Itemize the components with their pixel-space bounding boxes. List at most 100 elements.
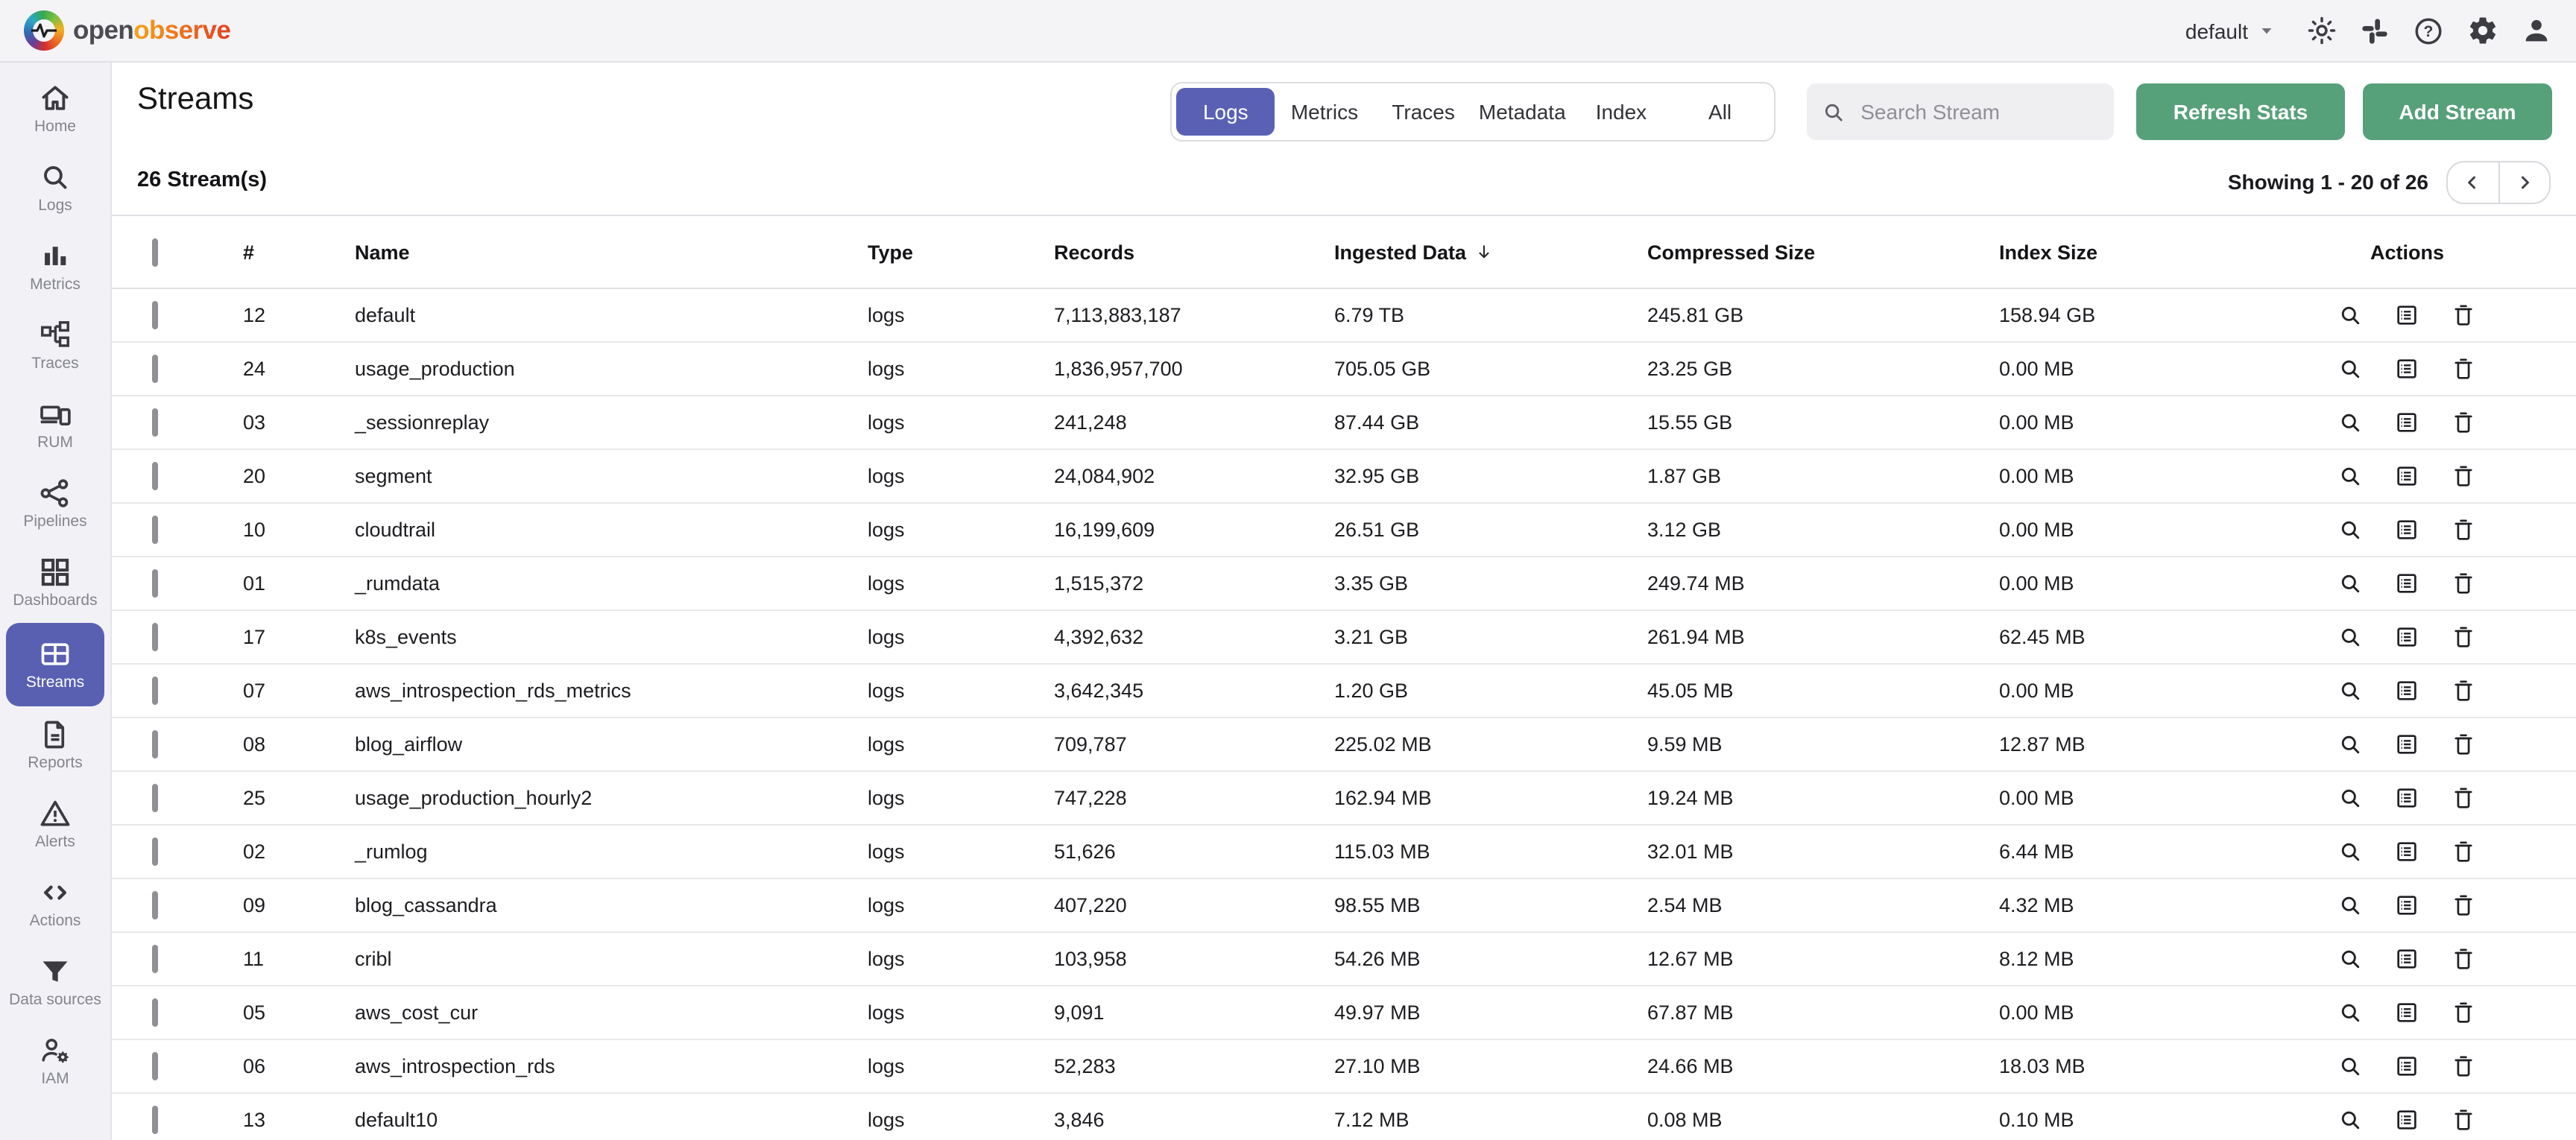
tab-metadata[interactable]: Metadata [1473, 88, 1572, 136]
delete-icon[interactable] [2451, 463, 2476, 489]
row-checkbox[interactable] [152, 998, 158, 1027]
delete-icon[interactable] [2451, 1054, 2476, 1079]
cell-type: logs [868, 733, 1054, 756]
stream-details-icon[interactable] [2394, 785, 2419, 811]
delete-icon[interactable] [2451, 1107, 2476, 1133]
stream-details-icon[interactable] [2394, 1054, 2419, 1079]
stream-details-icon[interactable] [2394, 624, 2419, 650]
delete-icon[interactable] [2451, 946, 2476, 972]
cell-records: 4,392,632 [1054, 626, 1334, 648]
sidebar-item-logs[interactable]: Logs [6, 149, 104, 228]
stream-details-icon[interactable] [2394, 732, 2419, 757]
explore-icon[interactable] [2337, 732, 2363, 757]
delete-icon[interactable] [2451, 356, 2476, 381]
delete-icon[interactable] [2451, 732, 2476, 757]
explore-icon[interactable] [2337, 571, 2363, 596]
tab-traces[interactable]: Traces [1374, 88, 1473, 136]
stream-details-icon[interactable] [2394, 893, 2419, 918]
sidebar-item-streams[interactable]: Streams [6, 623, 104, 706]
sidebar-item-pipelines[interactable]: Pipelines [6, 465, 104, 544]
row-checkbox[interactable] [152, 1106, 158, 1134]
row-checkbox[interactable] [152, 837, 158, 866]
add-stream-button[interactable]: Add Stream [2363, 83, 2552, 140]
slack-icon[interactable] [2360, 16, 2390, 45]
stream-details-icon[interactable] [2394, 303, 2419, 328]
row-checkbox[interactable] [152, 784, 158, 812]
search-stream-input[interactable] [1857, 98, 2099, 125]
row-checkbox[interactable] [152, 355, 158, 383]
prev-page-button[interactable] [2448, 162, 2499, 203]
row-checkbox[interactable] [152, 301, 158, 329]
row-checkbox[interactable] [152, 569, 158, 598]
row-checkbox[interactable] [152, 945, 158, 973]
select-all-checkbox[interactable] [152, 238, 158, 266]
explore-icon[interactable] [2337, 678, 2363, 703]
delete-icon[interactable] [2451, 678, 2476, 703]
stream-details-icon[interactable] [2394, 946, 2419, 972]
delete-icon[interactable] [2451, 571, 2476, 596]
row-checkbox[interactable] [152, 730, 158, 759]
delete-icon[interactable] [2451, 1000, 2476, 1025]
row-checkbox[interactable] [152, 1052, 158, 1080]
explore-icon[interactable] [2337, 463, 2363, 489]
explore-icon[interactable] [2337, 1107, 2363, 1133]
delete-icon[interactable] [2451, 893, 2476, 918]
sidebar-item-metrics[interactable]: Metrics [6, 228, 104, 307]
tab-all[interactable]: All [1670, 88, 1770, 136]
help-icon[interactable]: ? [2412, 14, 2445, 47]
explore-icon[interactable] [2337, 839, 2363, 864]
explore-icon[interactable] [2337, 785, 2363, 811]
stream-details-icon[interactable] [2394, 356, 2419, 381]
delete-icon[interactable] [2451, 517, 2476, 542]
row-checkbox[interactable] [152, 408, 158, 437]
stream-details-icon[interactable] [2394, 463, 2419, 489]
stream-details-icon[interactable] [2394, 571, 2419, 596]
explore-icon[interactable] [2337, 356, 2363, 381]
sidebar-item-alerts[interactable]: Alerts [6, 785, 104, 864]
row-checkbox[interactable] [152, 677, 158, 705]
tab-metrics[interactable]: Metrics [1275, 88, 1374, 136]
delete-icon[interactable] [2451, 410, 2476, 435]
explore-icon[interactable] [2337, 303, 2363, 328]
explore-icon[interactable] [2337, 517, 2363, 542]
sidebar-item-dashboards[interactable]: Dashboards [6, 544, 104, 623]
tab-logs[interactable]: Logs [1176, 88, 1275, 136]
row-checkbox[interactable] [152, 462, 158, 490]
explore-icon[interactable] [2337, 946, 2363, 972]
sidebar-item-data-sources[interactable]: Data sources [6, 943, 104, 1022]
row-checkbox[interactable] [152, 891, 158, 919]
sidebar-item-traces[interactable]: Traces [6, 307, 104, 386]
delete-icon[interactable] [2451, 785, 2476, 811]
explore-icon[interactable] [2337, 893, 2363, 918]
delete-icon[interactable] [2451, 303, 2476, 328]
col-header-ingested[interactable]: Ingested Data [1334, 241, 1647, 263]
sidebar-item-home[interactable]: Home [6, 70, 104, 149]
stream-details-icon[interactable] [2394, 839, 2419, 864]
row-checkbox[interactable] [152, 516, 158, 544]
refresh-stats-button[interactable]: Refresh Stats [2136, 83, 2345, 140]
org-dropdown[interactable]: default [2185, 19, 2276, 42]
stream-details-icon[interactable] [2394, 517, 2419, 542]
theme-toggle-icon[interactable] [2306, 15, 2337, 46]
tab-index[interactable]: Index [1572, 88, 1671, 136]
explore-icon[interactable] [2337, 410, 2363, 435]
stream-details-icon[interactable] [2394, 1000, 2419, 1025]
table-body: 12 default logs 7,113,883,187 6.79 TB 24… [112, 289, 2576, 1140]
stream-details-icon[interactable] [2394, 1107, 2419, 1133]
settings-gear-icon[interactable] [2467, 15, 2498, 46]
next-page-button[interactable] [2499, 162, 2549, 203]
explore-icon[interactable] [2337, 1000, 2363, 1025]
explore-icon[interactable] [2337, 624, 2363, 650]
stream-details-icon[interactable] [2394, 678, 2419, 703]
user-profile-icon[interactable] [2521, 15, 2552, 46]
sidebar-item-iam[interactable]: IAM [6, 1022, 104, 1101]
sidebar-item-reports[interactable]: Reports [6, 706, 104, 785]
table-header-row: # Name Type Records Ingested Data Compre… [112, 215, 2576, 289]
delete-icon[interactable] [2451, 624, 2476, 650]
stream-details-icon[interactable] [2394, 410, 2419, 435]
explore-icon[interactable] [2337, 1054, 2363, 1079]
sidebar-item-rum[interactable]: RUM [6, 386, 104, 465]
delete-icon[interactable] [2451, 839, 2476, 864]
sidebar-item-actions[interactable]: Actions [6, 864, 104, 943]
row-checkbox[interactable] [152, 623, 158, 651]
